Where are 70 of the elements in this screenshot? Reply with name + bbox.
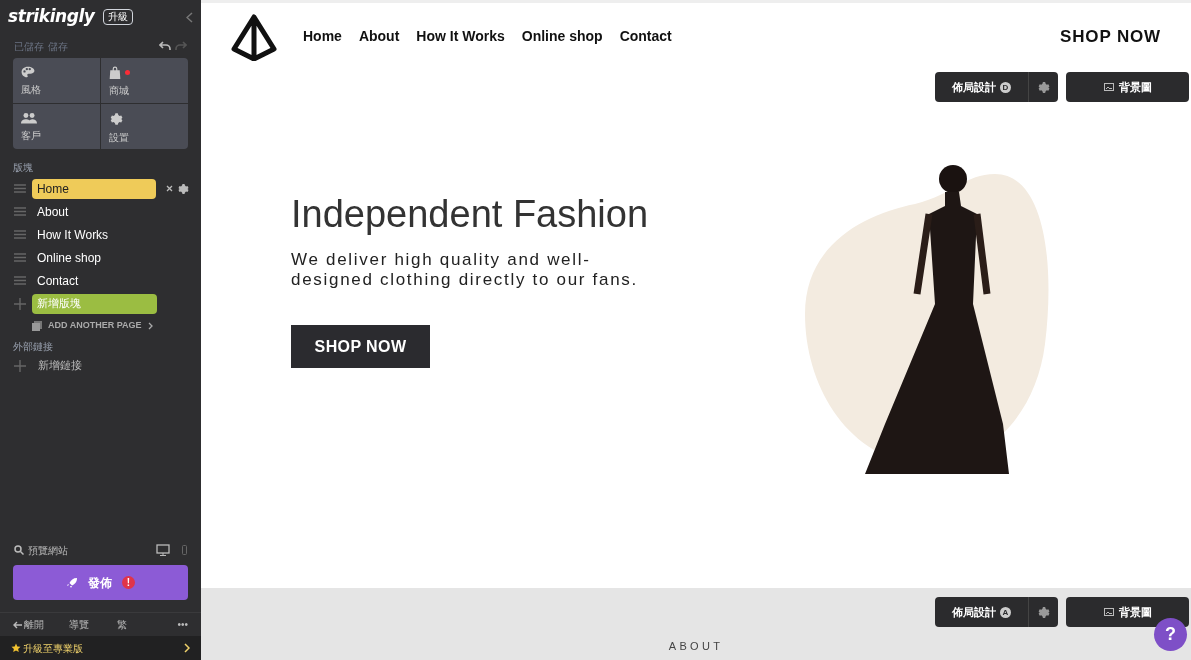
redo-icon[interactable] <box>175 41 187 51</box>
layout-button-group[interactable]: 佈局設計 A <box>935 597 1058 627</box>
upgrade-bar[interactable]: 升級至專業版 <box>0 636 201 660</box>
alert-badge: ! <box>122 576 135 589</box>
layout-button-group[interactable]: 佈局設計 D <box>935 72 1058 102</box>
chevron-right-icon <box>147 322 153 330</box>
shop-now-button[interactable]: SHOP NOW <box>291 325 430 368</box>
sidebar-tile[interactable]: 客戶 <box>13 104 100 149</box>
add-page-link[interactable]: ADD ANOTHER PAGE <box>48 319 142 333</box>
preview-link[interactable]: 預覽網站 <box>28 542 68 558</box>
drag-handle-icon[interactable] <box>14 207 26 216</box>
section-heading: 版塊 <box>12 161 34 175</box>
section-heading: ABOUT <box>668 640 724 652</box>
plus-icon[interactable] <box>14 359 26 372</box>
chevron-right-icon <box>184 643 190 653</box>
shop-now-link[interactable]: SHOP NOW <box>1060 23 1161 50</box>
star-icon <box>11 643 21 653</box>
section-item[interactable]: How It Works <box>32 224 157 245</box>
hero-subtitle: We deliver high quality and well-designed clothing directly to our fans. <box>291 250 639 290</box>
nav-link[interactable]: Online shop <box>521 26 603 47</box>
sidebar-tile[interactable]: 風格 <box>13 58 100 103</box>
plus-icon[interactable] <box>14 297 26 310</box>
collapse-chevron-icon[interactable] <box>186 11 193 23</box>
settings-icon <box>1037 605 1050 619</box>
search-icon <box>14 545 24 555</box>
nav-link[interactable]: About <box>358 26 400 47</box>
section-item[interactable]: Online shop <box>32 247 157 268</box>
background-image-button[interactable]: 背景圖 <box>1066 72 1189 102</box>
layout-letter-badge: D <box>1000 81 1011 93</box>
logo-icon[interactable] <box>230 12 278 61</box>
desktop-icon[interactable] <box>156 544 170 556</box>
nav-link[interactable]: How It Works <box>416 26 505 47</box>
brand-logo[interactable]: strikingly <box>8 4 95 30</box>
section-heading: 外部鏈接 <box>12 340 54 354</box>
layout-letter-badge: A <box>1000 606 1011 618</box>
pages-icon <box>32 321 42 331</box>
save-status: 已儲存 <box>14 39 44 54</box>
footer-link[interactable]: 導覽 <box>56 617 101 632</box>
image-icon <box>1103 83 1114 91</box>
settings-icon <box>109 112 123 126</box>
palette-icon <box>21 66 35 78</box>
undo-icon[interactable] <box>159 41 171 51</box>
settings-icon <box>1037 80 1050 94</box>
drag-handle-icon[interactable] <box>14 230 26 239</box>
footer-link[interactable]: 繁 <box>100 617 145 632</box>
nav-link[interactable]: Contact <box>619 26 672 47</box>
section-item[interactable]: About <box>32 201 157 222</box>
shopping-bag-icon <box>109 66 121 79</box>
drag-handle-icon[interactable] <box>14 184 26 193</box>
rocket-icon <box>66 576 78 589</box>
arrow-left-icon <box>13 620 22 629</box>
section-item[interactable]: Contact <box>32 270 157 291</box>
people-icon <box>21 112 37 124</box>
sidebar-tile[interactable]: 設置 <box>101 104 188 149</box>
mobile-icon[interactable] <box>182 545 187 555</box>
publish-button[interactable]: 發佈 ! <box>13 565 188 600</box>
sidebar-tile[interactable]: 商城 <box>101 58 188 103</box>
settings-icon <box>177 182 189 195</box>
nav-link[interactable]: Home <box>303 26 342 47</box>
close-icon[interactable] <box>166 185 173 192</box>
footer-link[interactable]: 離開 <box>13 617 57 632</box>
upgrade-badge[interactable]: 升級 <box>102 9 133 25</box>
add-link-item[interactable]: 新增鏈接 <box>38 357 82 374</box>
background-image-button[interactable]: 背景圖 <box>1066 597 1189 627</box>
hero-title: Independent Fashion <box>291 192 650 237</box>
drag-handle-icon[interactable] <box>14 276 26 285</box>
footer-link[interactable]: ••• <box>144 617 188 632</box>
image-icon <box>1103 608 1114 616</box>
drag-handle-icon[interactable] <box>14 253 26 262</box>
section-item[interactable]: Home <box>31 178 156 199</box>
